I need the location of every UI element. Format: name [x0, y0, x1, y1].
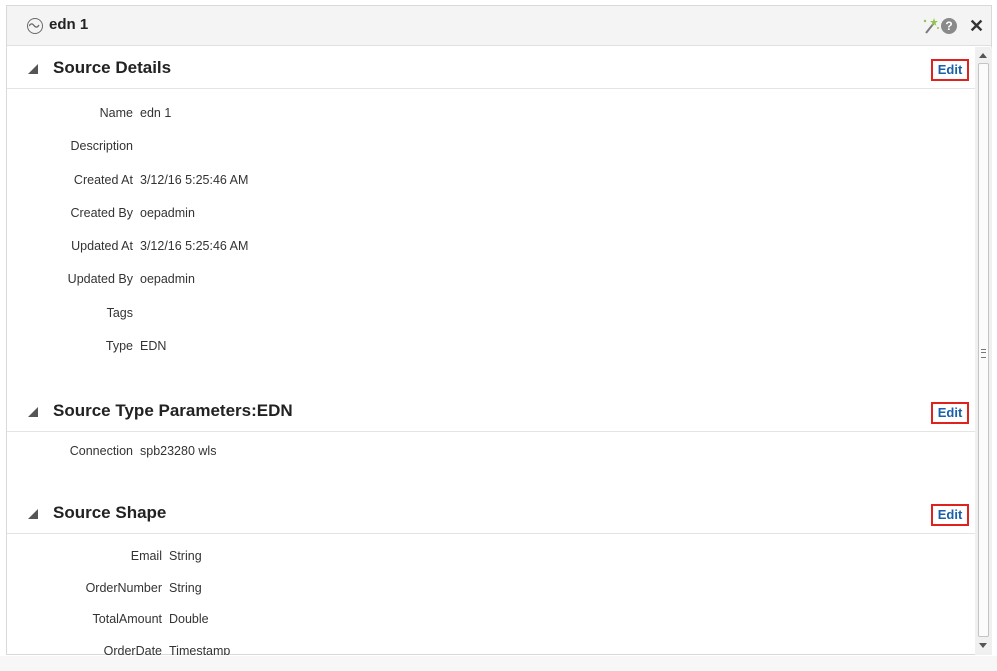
field-label: Description — [70, 139, 133, 153]
field-value: String — [169, 549, 202, 563]
edit-source-details-button[interactable]: Edit — [931, 59, 969, 81]
bottom-band — [0, 656, 997, 671]
section-source-type-parameters[interactable]: Source Type Parameters:EDN Edit — [7, 390, 975, 432]
title-bar: edn 1 ? ✕ — [7, 6, 991, 46]
field-value: oepadmin — [140, 206, 195, 220]
vertical-scrollbar[interactable] — [975, 47, 992, 655]
field-row: Created By oepadmin — [7, 206, 707, 226]
collapse-triangle-icon[interactable] — [28, 509, 38, 519]
section-source-details[interactable]: Source Details Edit — [7, 47, 975, 89]
edit-source-type-parameters-button[interactable]: Edit — [931, 402, 969, 424]
help-icon[interactable]: ? — [941, 18, 957, 34]
scroll-up-arrow-icon[interactable] — [979, 53, 987, 58]
field-value: 3/12/16 5:25:46 AM — [140, 173, 249, 187]
field-row: TotalAmount Double — [7, 612, 707, 632]
field-row: Description — [7, 139, 707, 159]
field-row: Connection spb23280 wls — [7, 444, 707, 464]
field-value: Double — [169, 612, 209, 626]
field-label: TotalAmount — [92, 612, 162, 626]
field-value: oepadmin — [140, 272, 195, 286]
field-value: EDN — [140, 339, 167, 353]
section-title: Source Shape — [53, 503, 167, 522]
field-label: Type — [105, 339, 133, 353]
field-value: String — [169, 581, 202, 595]
field-row: OrderNumber String — [7, 581, 707, 601]
field-row: Created At 3/12/16 5:25:46 AM — [7, 173, 707, 193]
section-source-shape[interactable]: Source Shape Edit — [7, 492, 975, 534]
close-icon[interactable]: ✕ — [969, 17, 984, 35]
field-label: Updated At — [71, 239, 133, 253]
collapse-triangle-icon[interactable] — [28, 64, 38, 74]
field-value: Timestamp — [169, 644, 231, 655]
field-label: Created By — [70, 206, 133, 220]
edit-source-shape-button[interactable]: Edit — [931, 504, 969, 526]
source-dialog: edn 1 ? ✕ Source Details Edit Name edn 1… — [6, 5, 992, 655]
dialog-content: Source Details Edit Name edn 1 Descripti… — [7, 47, 975, 655]
field-value: spb23280 wls — [140, 444, 217, 458]
field-label: Connection — [69, 444, 133, 458]
magic-wand-icon[interactable] — [920, 17, 940, 35]
field-row: Updated At 3/12/16 5:25:46 AM — [7, 239, 707, 259]
field-label: Tags — [106, 306, 133, 320]
field-row: Tags — [7, 306, 707, 326]
grip-icon — [981, 349, 986, 358]
field-label: Updated By — [67, 272, 133, 286]
field-label: OrderDate — [103, 644, 162, 655]
field-value: edn 1 — [140, 106, 172, 120]
scroll-down-arrow-icon[interactable] — [979, 643, 987, 648]
field-label: Created At — [73, 173, 133, 187]
scrollbar-thumb[interactable] — [978, 63, 989, 637]
field-label: Name — [99, 106, 133, 120]
field-row: OrderDate Timestamp — [7, 644, 707, 655]
field-row: Type EDN — [7, 339, 707, 359]
dialog-title: edn 1 — [49, 16, 89, 33]
section-title: Source Details — [53, 58, 172, 77]
field-row: Name edn 1 — [7, 106, 707, 126]
field-value: 3/12/16 5:25:46 AM — [140, 239, 249, 253]
section-title: Source Type Parameters:EDN — [53, 401, 293, 420]
field-row: Updated By oepadmin — [7, 272, 707, 292]
field-row: Email String — [7, 549, 707, 569]
field-label: Email — [130, 549, 162, 563]
collapse-triangle-icon[interactable] — [28, 407, 38, 417]
source-stream-icon — [27, 18, 43, 34]
field-label: OrderNumber — [85, 581, 162, 595]
